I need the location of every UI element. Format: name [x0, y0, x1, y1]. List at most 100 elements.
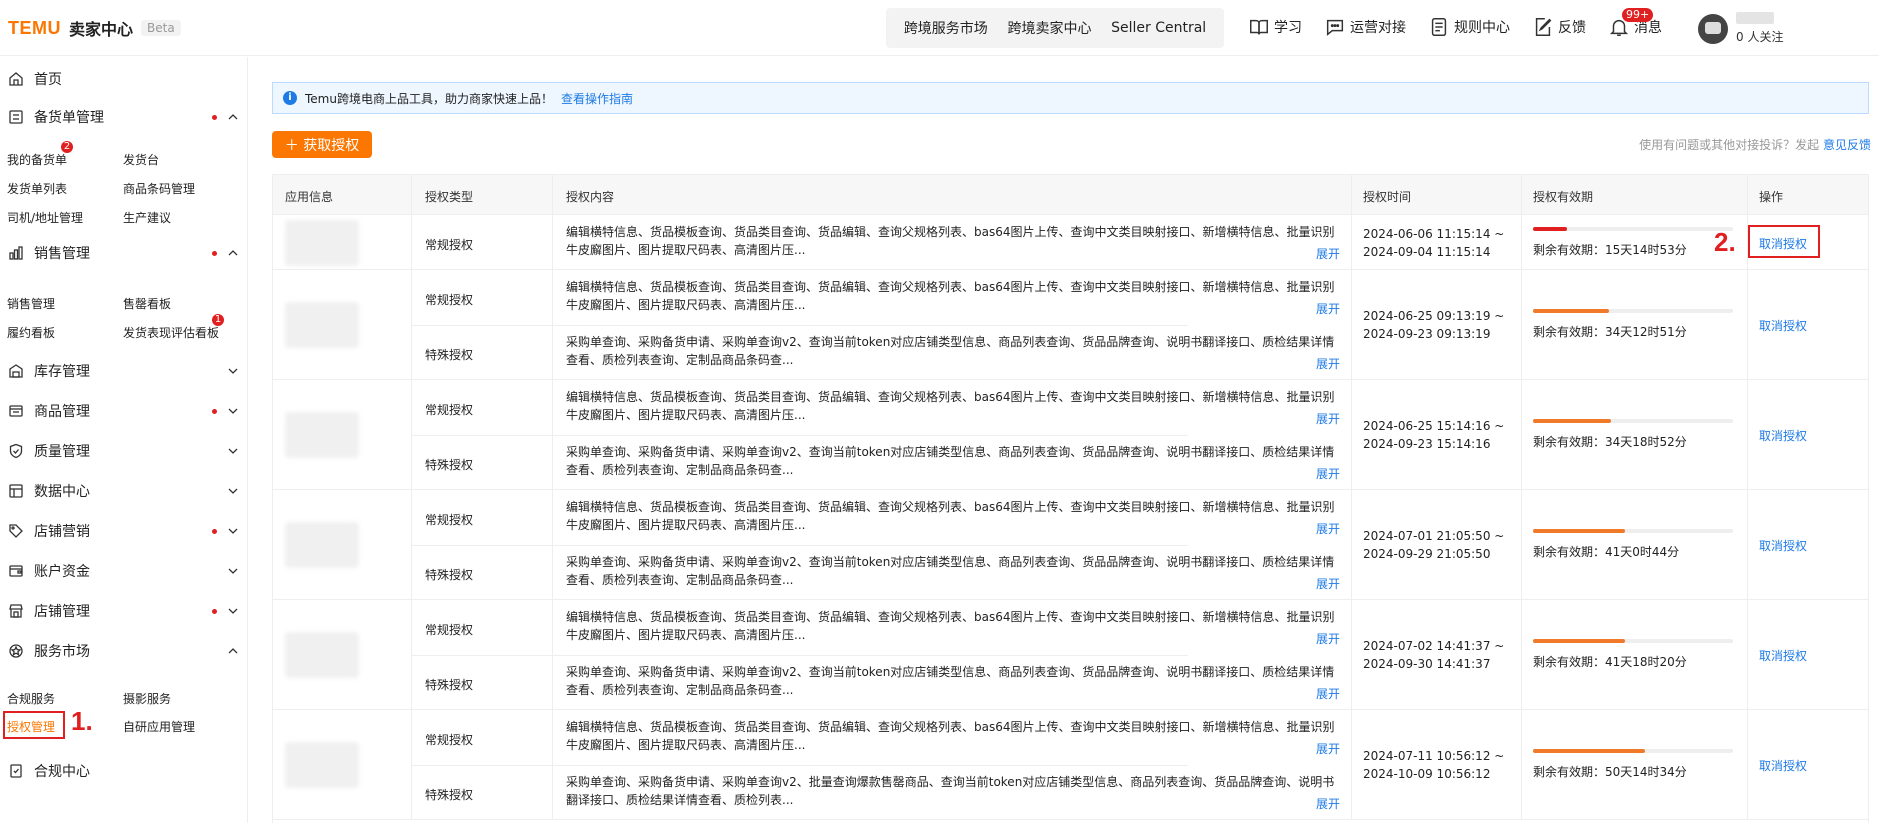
- list-icon: [9, 110, 23, 124]
- auth-content-line: 牛皮廨图片、图片提取尺码表、高清图片压...: [566, 408, 806, 422]
- tab-service-market[interactable]: 跨境服务市场: [904, 18, 988, 38]
- sidebar-item-my-stock-orders[interactable]: 我的备货单: [7, 151, 67, 168]
- notification-dot: [212, 529, 217, 534]
- sidebar-group-account[interactable]: 账户资金: [0, 556, 248, 586]
- sidebar-group-marketing[interactable]: 店铺营销: [0, 516, 248, 546]
- feedback-link[interactable]: 意见反馈: [1823, 138, 1871, 152]
- sidebar-item-compliance-service[interactable]: 合规服务: [7, 690, 55, 707]
- auth-type: 常规授权: [425, 238, 474, 252]
- sidebar-group-store[interactable]: 店铺管理: [0, 596, 248, 626]
- chevron-down-icon: [228, 408, 238, 414]
- sub-row-divider: [411, 545, 1188, 546]
- tab-seller-center[interactable]: 跨境卖家中心: [1007, 18, 1091, 38]
- cancel-authorization-link[interactable]: 取消授权: [1759, 317, 1807, 334]
- expand-link[interactable]: 展开: [1316, 245, 1340, 262]
- sidebar-item-fulfillment-board[interactable]: 履约看板: [7, 324, 55, 341]
- sidebar-item-custom-apps[interactable]: 自研应用管理: [123, 718, 195, 735]
- app-info-redacted: [285, 632, 359, 678]
- expand-link[interactable]: 展开: [1316, 685, 1340, 702]
- auth-time: 2024-06-25 15:14:16 ~ 2024-09-23 15:14:16: [1363, 417, 1504, 453]
- auth-time-end: 2024-09-30 14:41:37: [1363, 657, 1491, 671]
- expand-link[interactable]: 展开: [1316, 520, 1340, 537]
- table-header: 应用信息 授权类型 授权内容 授权时间 授权有效期 操作: [273, 175, 1868, 215]
- data-icon: [9, 484, 23, 498]
- auth-content: 编辑横特信息、货品模板查询、货品类目查询、货品编辑、查询父规格列表、bas64图…: [566, 608, 1336, 644]
- sidebar-item-shipping-list[interactable]: 发货单列表: [7, 180, 67, 197]
- cancel-authorization-link[interactable]: 取消授权: [1759, 757, 1807, 774]
- sidebar-item-soldout-board[interactable]: 售罄看板: [123, 295, 171, 312]
- expand-link[interactable]: 展开: [1316, 300, 1340, 317]
- sidebar-group-stock[interactable]: 备货单管理: [0, 102, 248, 132]
- sidebar-item-shipping-desk[interactable]: 发货台: [123, 151, 159, 168]
- header-validity: 授权有效期: [1533, 190, 1594, 204]
- avatar[interactable]: [1698, 13, 1728, 44]
- auth-time-start: 2024-07-01 21:05:50 ~: [1363, 529, 1505, 543]
- sidebar-item-driver-address[interactable]: 司机/地址管理: [7, 209, 83, 226]
- cancel-authorization-link[interactable]: 取消授权: [1759, 647, 1807, 664]
- auth-content-line: 牛皮廨图片、图片提取尺码表、高清图片压...: [566, 518, 806, 532]
- get-authorization-button[interactable]: ＋ 获取授权: [272, 131, 372, 158]
- sidebar-item-shipping-eval[interactable]: 发货表现评估看板: [123, 324, 219, 341]
- validity-progress-bar: [1533, 749, 1733, 753]
- sidebar-item-barcode[interactable]: 商品条码管理: [123, 180, 195, 197]
- sidebar-group-inventory[interactable]: 库存管理: [0, 356, 248, 386]
- cancel-authorization-link[interactable]: 取消授权: [1759, 427, 1807, 444]
- auth-content: 编辑横特信息、货品模板查询、货品类目查询、货品编辑、查询父规格列表、bas64图…: [566, 278, 1336, 314]
- sidebar-group-data[interactable]: 数据中心: [0, 476, 248, 506]
- operations-button[interactable]: 运营对接: [1324, 16, 1406, 38]
- sidebar-group-quality[interactable]: 质量管理: [0, 436, 248, 466]
- sub-row-divider: [411, 765, 1188, 766]
- learn-button[interactable]: 学习: [1248, 16, 1302, 38]
- sidebar-label: 首页: [34, 72, 62, 88]
- expand-link[interactable]: 展开: [1316, 410, 1340, 427]
- auth-content-line: 采购单查询、采购备货申请、采购单查询v2、查询当前token对应店铺类型信息、商…: [566, 555, 1335, 569]
- sidebar-item-production-advice[interactable]: 生产建议: [123, 209, 171, 226]
- notification-dot: [212, 609, 217, 614]
- sidebar-label: 库存管理: [34, 364, 90, 380]
- notification-dot: [212, 115, 217, 120]
- auth-time: 2024-07-02 14:41:37 ~ 2024-09-30 14:41:37: [1363, 637, 1504, 673]
- auth-content-line: 采购单查询、采购备货申请、采购单查询v2、查询当前token对应店铺类型信息、商…: [566, 665, 1335, 679]
- feedback-button[interactable]: 反馈: [1532, 16, 1586, 38]
- platform-tabs: 跨境服务市场 跨境卖家中心 Seller Central: [886, 8, 1224, 48]
- validity-remaining: 剩余有效期：34天18时52分: [1533, 435, 1687, 449]
- column-divider: [1747, 175, 1748, 820]
- sidebar-item-compliance-center[interactable]: 合规中心: [0, 756, 248, 786]
- app-title: 卖家中心: [69, 20, 134, 39]
- sidebar-item-photo-service[interactable]: 摄影服务: [123, 690, 171, 707]
- sidebar-label: 销售管理: [34, 246, 90, 262]
- cancel-authorization-link[interactable]: 取消授权: [1759, 537, 1807, 554]
- app-info-redacted: [285, 302, 359, 348]
- auth-type: 常规授权: [425, 623, 474, 637]
- auth-content-line: 采购单查询、采购备货申请、采购单查询v2、查询当前token对应店铺类型信息、商…: [566, 335, 1335, 349]
- messages-button[interactable]: 99+ 消息: [1608, 8, 1662, 38]
- app-info-redacted: [285, 412, 359, 458]
- sidebar-item-sales-manage[interactable]: 销售管理: [7, 295, 55, 312]
- validity-progress-fill: [1533, 749, 1645, 753]
- logo[interactable]: TEMU 卖家中心 Beta: [8, 16, 181, 40]
- sidebar-item-home[interactable]: 首页: [0, 64, 248, 94]
- sidebar-group-sales[interactable]: 销售管理: [0, 238, 248, 268]
- tab-seller-central[interactable]: Seller Central: [1111, 20, 1206, 36]
- compliance-icon: [10, 764, 22, 778]
- validity-remaining: 剩余有效期：41天0时44分: [1533, 545, 1680, 559]
- user-menu[interactable]: 0 人关注: [1698, 12, 1783, 45]
- expand-link[interactable]: 展开: [1316, 630, 1340, 647]
- auth-type: 常规授权: [425, 513, 474, 527]
- sidebar-group-product[interactable]: 商品管理: [0, 396, 248, 426]
- sidebar-group-service-market[interactable]: 服务市场: [0, 636, 248, 666]
- expand-link[interactable]: 展开: [1316, 795, 1340, 812]
- expand-link[interactable]: 展开: [1316, 575, 1340, 592]
- auth-content-line: 编辑横特信息、货品模板查询、货品类目查询、货品编辑、查询父规格列表、bas64图…: [566, 390, 1335, 404]
- expand-link[interactable]: 展开: [1316, 465, 1340, 482]
- rules-button[interactable]: 规则中心: [1428, 16, 1510, 38]
- expand-link[interactable]: 展开: [1316, 740, 1340, 757]
- expand-link[interactable]: 展开: [1316, 355, 1340, 372]
- auth-content-line: 翻译接口、质检结果详情查看、质检列表...: [566, 793, 794, 807]
- chevron-down-icon: [228, 368, 238, 374]
- auth-content: 采购单查询、采购备货申请、采购单查询v2、查询当前token对应店铺类型信息、商…: [566, 443, 1336, 479]
- auth-content: 采购单查询、采购备货申请、采购单查询v2、查询当前token对应店铺类型信息、商…: [566, 333, 1336, 369]
- chevron-down-icon: [228, 528, 238, 534]
- auth-content: 编辑横特信息、货品模板查询、货品类目查询、货品编辑、查询父规格列表、bas64图…: [566, 498, 1336, 534]
- guide-link[interactable]: 查看操作指南: [561, 90, 633, 107]
